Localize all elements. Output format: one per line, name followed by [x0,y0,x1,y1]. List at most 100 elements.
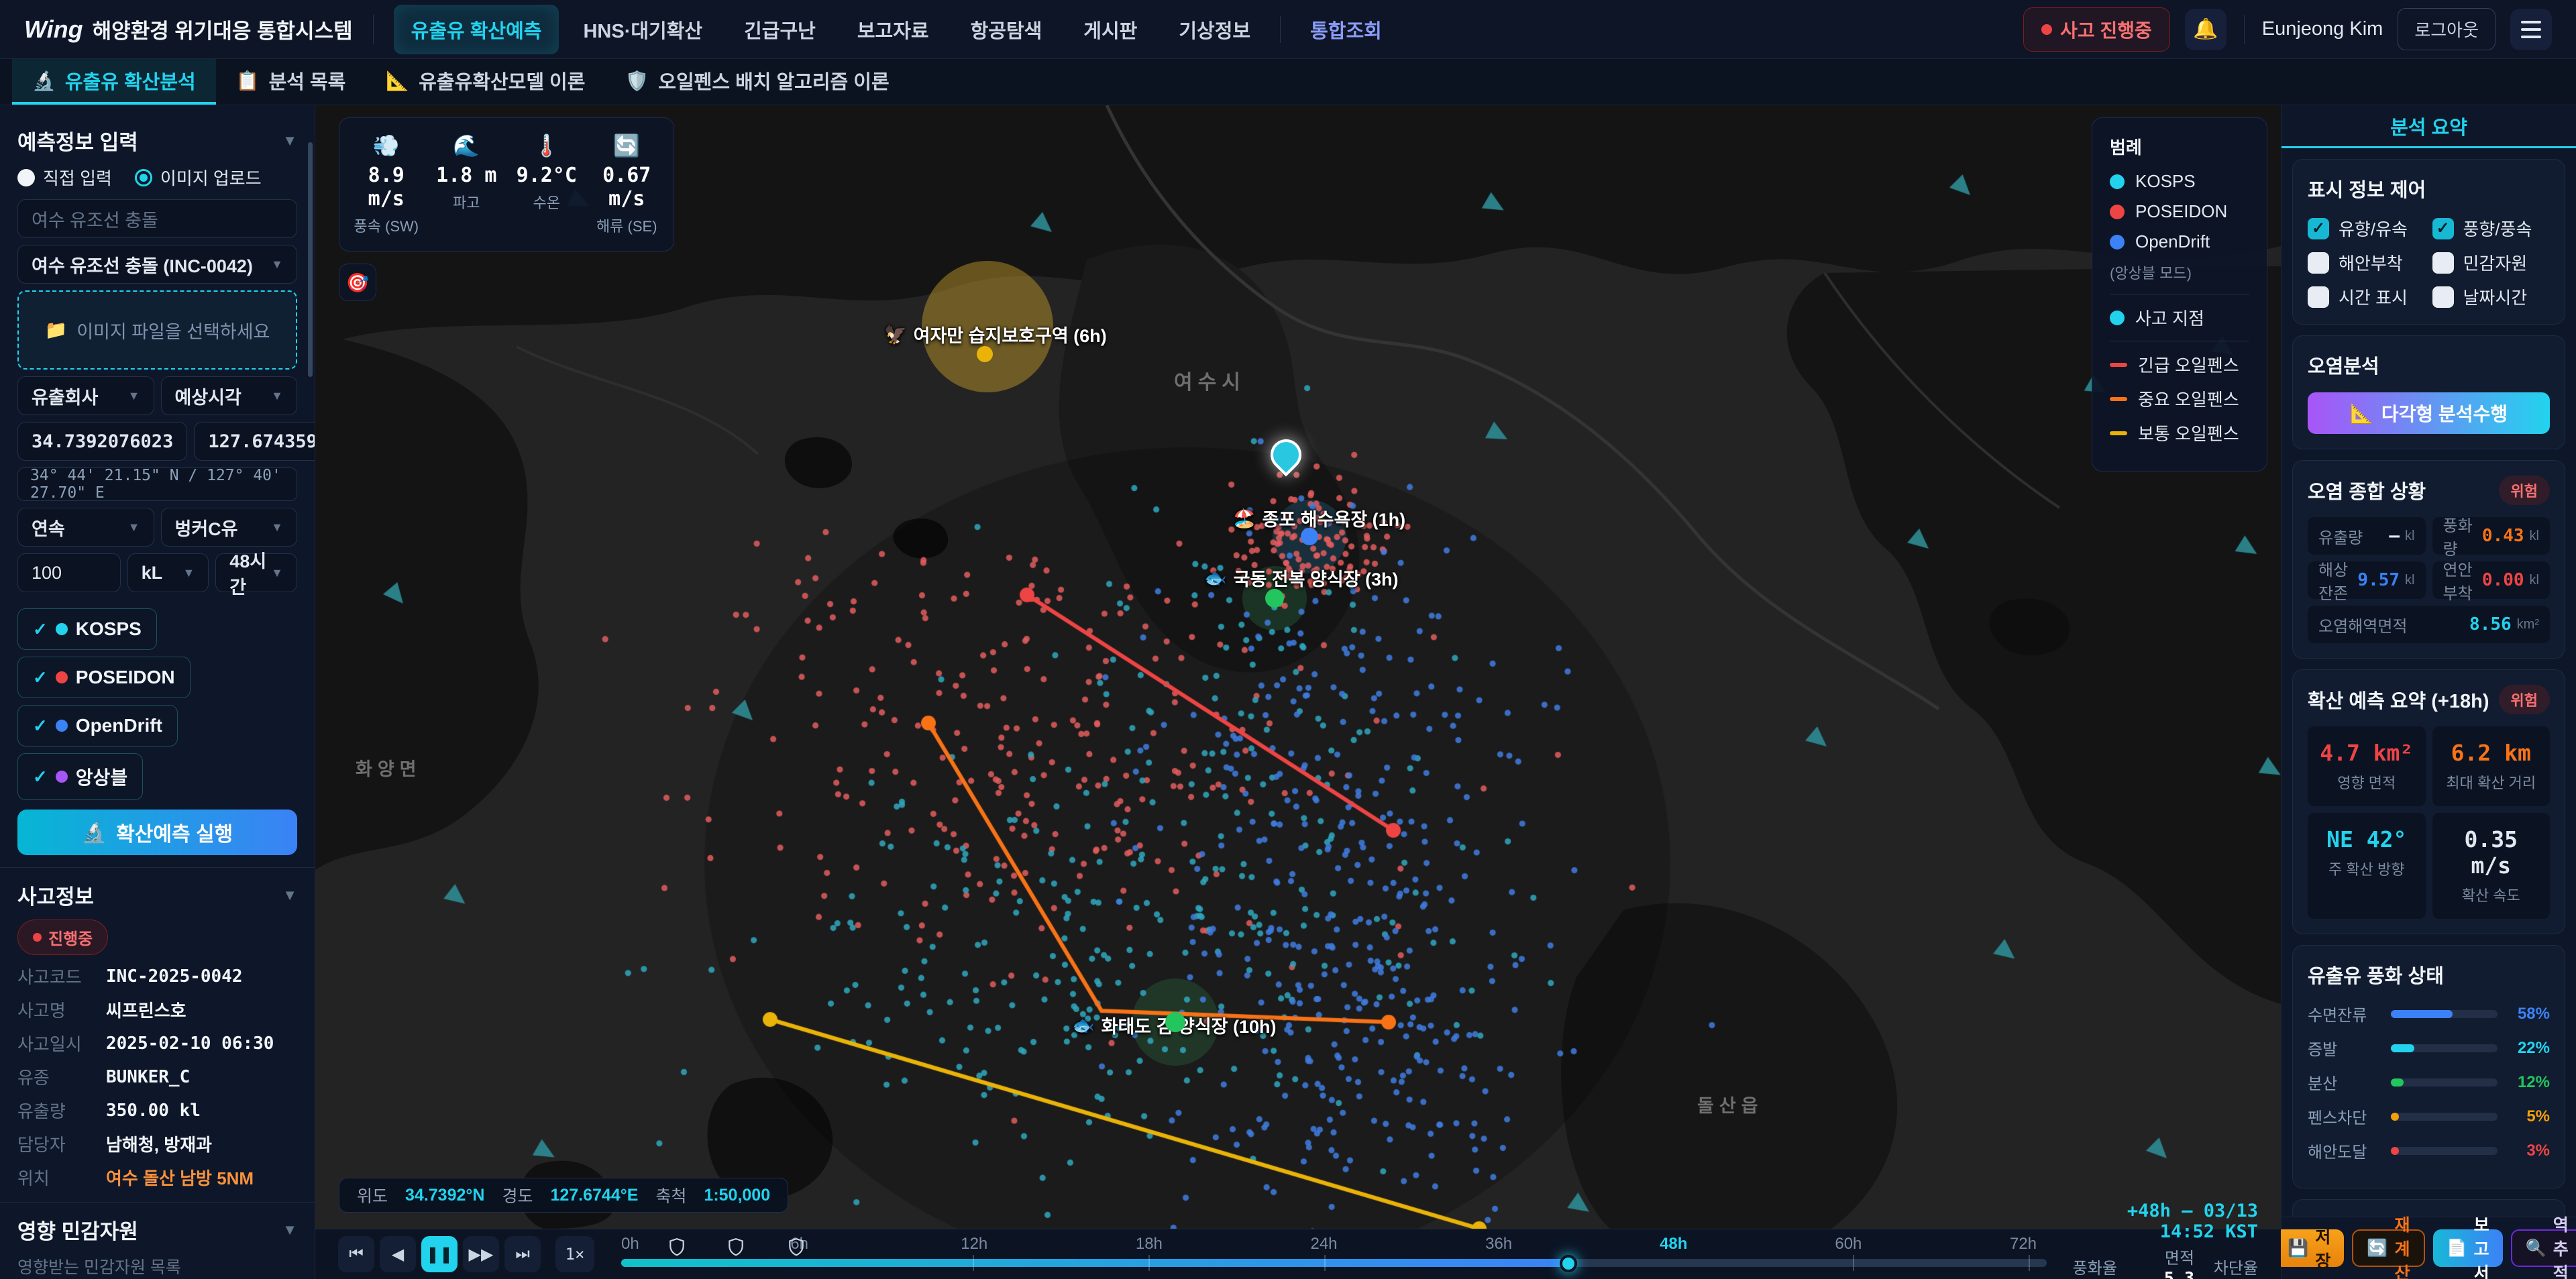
top-header: Wing 해양환경 위기대응 통합시스템 유출유 확산예측 HNS·대기확산 긴… [0,0,2576,59]
fence-deploy-marker-icon [727,1237,745,1256]
tab-boom-algorithm-theory[interactable]: 🛡️ 오일펜스 배치 알고리즘 이론 [605,59,909,105]
duration-select[interactable]: 48시간▼ [215,553,297,592]
recalculate-button[interactable]: 🔄재계산 [2352,1229,2424,1267]
report-button[interactable]: 📄보고서 [2433,1229,2503,1267]
backtrack-button[interactable]: 🔍역추적 [2511,1229,2576,1267]
save-button[interactable]: 💾저장 [2274,1229,2344,1267]
checkbox-sensitive-resource[interactable]: 민감자원 [2432,250,2551,275]
left-sidebar: 예측정보 입력▼ 직접 입력 이미지 업로드 여수 유조선 충돌 여수 유조선 … [0,105,315,1279]
forecast-max-distance: 6.2 km최대 확산 거리 [2432,726,2551,806]
timeline-bar: ⏮ ◀ ❚❚ ▶▶ ⏭ 1× 0h6h12h18h24h36h48h60h72h [315,1229,2281,1279]
nav-reports[interactable]: 보고자료 [840,5,947,54]
legend-dot-icon [2110,174,2125,189]
nav-weather-info[interactable]: 기상정보 [1161,5,1268,54]
radio-direct-input[interactable]: 직접 입력 [17,165,112,190]
timeline-tick: 0h [621,1235,648,1254]
incident-search-input[interactable]: 여수 유조선 충돌 [17,199,297,238]
timeline-playhead[interactable] [1560,1255,1577,1272]
nav-emergency-rescue[interactable]: 긴급구난 [727,5,833,54]
oil-type-select[interactable]: 벙커C유▼ [161,508,298,547]
incident-row: 유종BUNKER_C [17,1064,297,1089]
polygon-analysis-button[interactable]: 📐 다각형 분석수행 [2308,392,2550,434]
expected-time-select[interactable]: 예상시각▼ [161,376,298,415]
weathering-bars: 수면잔류58%증발22%분산12%펜스차단5%해안도달3% [2308,1002,2550,1162]
incident-section-header[interactable]: 사고정보▼ [17,880,297,910]
amount-input[interactable]: 100 [17,553,121,592]
skip-start-button[interactable]: ⏮ [338,1236,374,1272]
sidebar-scrollbar[interactable] [308,142,313,377]
fast-forward-button[interactable]: ▶▶ [463,1236,499,1272]
radio-icon [17,169,35,186]
model-toggle-kosps[interactable]: ✓KOSPS [17,608,157,650]
marker-label-abalone-farm[interactable]: 🐟국동 전복 양식장 (3h) [1204,565,1399,591]
radio-image-upload[interactable]: 이미지 업로드 [135,165,262,190]
tab-analysis-list[interactable]: 📋 분석 목록 [216,59,366,105]
legend-fence-urgent: 긴급 오일펜스 [2110,352,2249,377]
laver-farm-dot[interactable] [1165,1012,1185,1032]
dms-coordinates: 34° 44' 21.15" N / 127° 40' 27.70" E [17,467,297,501]
checkbox-wind[interactable]: ✓풍향/풍속 [2432,216,2551,241]
run-forecast-button[interactable]: 🔬 확산예측 실행 [17,810,297,855]
unit-select[interactable]: kL▼ [127,553,209,592]
model-toggle-ensemble[interactable]: ✓앙상블 [17,753,143,800]
timeline-tick: 48h [1650,1235,1697,1254]
beach-dot[interactable] [1301,528,1318,545]
checkbox-datetime[interactable]: 날짜시간 [2432,284,2551,309]
latitude-input[interactable]: 34.7392076023 [17,422,187,461]
tab-diffusion-analysis[interactable]: 🔬 유출유 확산분석 [12,59,216,105]
timeline-track[interactable] [621,1259,2047,1267]
nav-integrated-search[interactable]: 통합조회 [1293,5,1399,54]
nav-aerial-search[interactable]: 항공탐색 [953,5,1060,54]
weathering-bar-row: 펜스차단5% [2308,1105,2550,1128]
right-sidebar: 분석 요약 표시 정보 제어 ✓유향/유속 ✓풍향/풍속 해안부착 민감자원 시… [2281,105,2576,1279]
marker-label-wetland[interactable]: 🦅여자만 습지보호구역 (6h) [884,321,1107,347]
skip-end-button[interactable]: ⏭ [504,1236,541,1272]
checkbox-shore-adhesion[interactable]: 해안부착 [2308,250,2426,275]
incident-row: 사고명씨프린스호 [17,997,297,1022]
nav-board[interactable]: 게시판 [1066,5,1155,54]
app-root: Wing 해양환경 위기대응 통합시스템 유출유 확산예측 HNS·대기확산 긴… [0,0,2576,1279]
nav-oil-spill-forecast[interactable]: 유출유 확산예측 [394,5,559,54]
wetland-dot[interactable] [977,346,993,362]
vessel-spec-card[interactable]: 🚢 사고 선박 제원 ▶ [2292,1199,2565,1217]
notifications-button[interactable]: 🔔 [2185,9,2226,50]
checkbox-current[interactable]: ✓유향/유속 [2308,216,2426,241]
checkbox-time-display[interactable]: 시간 표시 [2308,284,2426,309]
incident-select[interactable]: 여수 유조선 충돌 (INC-0042)▼ [17,245,297,284]
spill-company-select[interactable]: 유출회사▼ [17,376,154,415]
recenter-button[interactable]: 🎯 [339,264,376,301]
main-nav: 유출유 확산예측 HNS·대기확산 긴급구난 보고자료 항공탐색 게시판 기상정… [394,5,2024,54]
spill-mode-select[interactable]: 연속▼ [17,508,154,547]
tab-model-theory[interactable]: 📐 유출유확산모델 이론 [366,59,605,105]
image-upload-dropzone[interactable]: 📁 이미지 파일을 선택하세요 [17,290,297,370]
predict-section-header[interactable]: 예측정보 입력▼ [17,125,297,156]
playback-speed-button[interactable]: 1× [555,1236,594,1272]
step-back-button[interactable]: ◀ [380,1236,416,1272]
timeline-tick: 36h [1475,1235,1522,1254]
place-label-yeosu: 여수시 [1174,366,1246,395]
timeline-track-area[interactable]: 0h6h12h18h24h36h48h60h72h [621,1229,2047,1279]
weathering-bar-row: 분산12% [2308,1070,2550,1094]
map-legend: 범례 KOSPS POSEIDON OpenDrift (앙상블 모드) 사고 … [2092,117,2267,471]
logout-button[interactable]: 로그아웃 [2398,8,2496,50]
forecast-speed: 0.35 m/s확산 속도 [2432,813,2551,919]
model-toggle-opendrift[interactable]: ✓OpenDrift [17,705,178,746]
map-visual[interactable]: 여수시 화양면 돌산읍 🦅여자만 습지보호구역 (6h) 🏖️종포 해수욕장 (… [315,105,2281,1229]
fish-icon: 🐟 [1072,1015,1095,1036]
clipboard-icon: 📋 [236,70,260,92]
abalone-farm-dot[interactable] [1265,589,1284,608]
pause-button[interactable]: ❚❚ [421,1236,458,1272]
nav-hns-diffusion[interactable]: HNS·대기확산 [566,5,720,54]
divider [0,1202,315,1203]
menu-button[interactable] [2510,9,2552,50]
marker-label-beach[interactable]: 🏖️종포 해수욕장 (1h) [1233,505,1405,531]
analysis-summary-tab[interactable]: 분석 요약 [2282,105,2576,148]
map-area[interactable]: 여수시 화양면 돌산읍 🦅여자만 습지보호구역 (6h) 🏖️종포 해수욕장 (… [315,105,2281,1279]
model-toggle-poseidon[interactable]: ✓POSEIDON [17,657,191,698]
chevron-down-icon: ▼ [282,132,297,150]
longitude-input[interactable]: 127.674359903 [194,422,315,461]
checkbox-unchecked-icon [2308,252,2329,274]
fence-deploy-marker-icon [788,1237,805,1256]
sensitive-section-header[interactable]: 영향 민감자원▼ [17,1215,297,1245]
stat-spilled: 유출량—kl [2308,517,2426,555]
